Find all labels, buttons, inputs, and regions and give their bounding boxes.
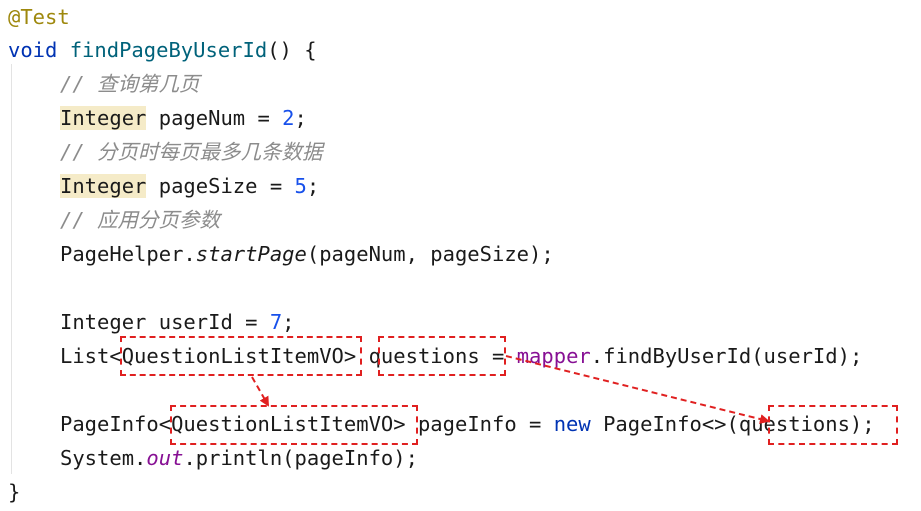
arrow-questions-to-argument — [505, 355, 770, 424]
code-editor[interactable]: @Test void findPageByUserId() { // 查询第几页… — [0, 0, 921, 511]
annotation-arrows — [251, 355, 770, 424]
arrow-generic-to-generic — [251, 376, 269, 407]
